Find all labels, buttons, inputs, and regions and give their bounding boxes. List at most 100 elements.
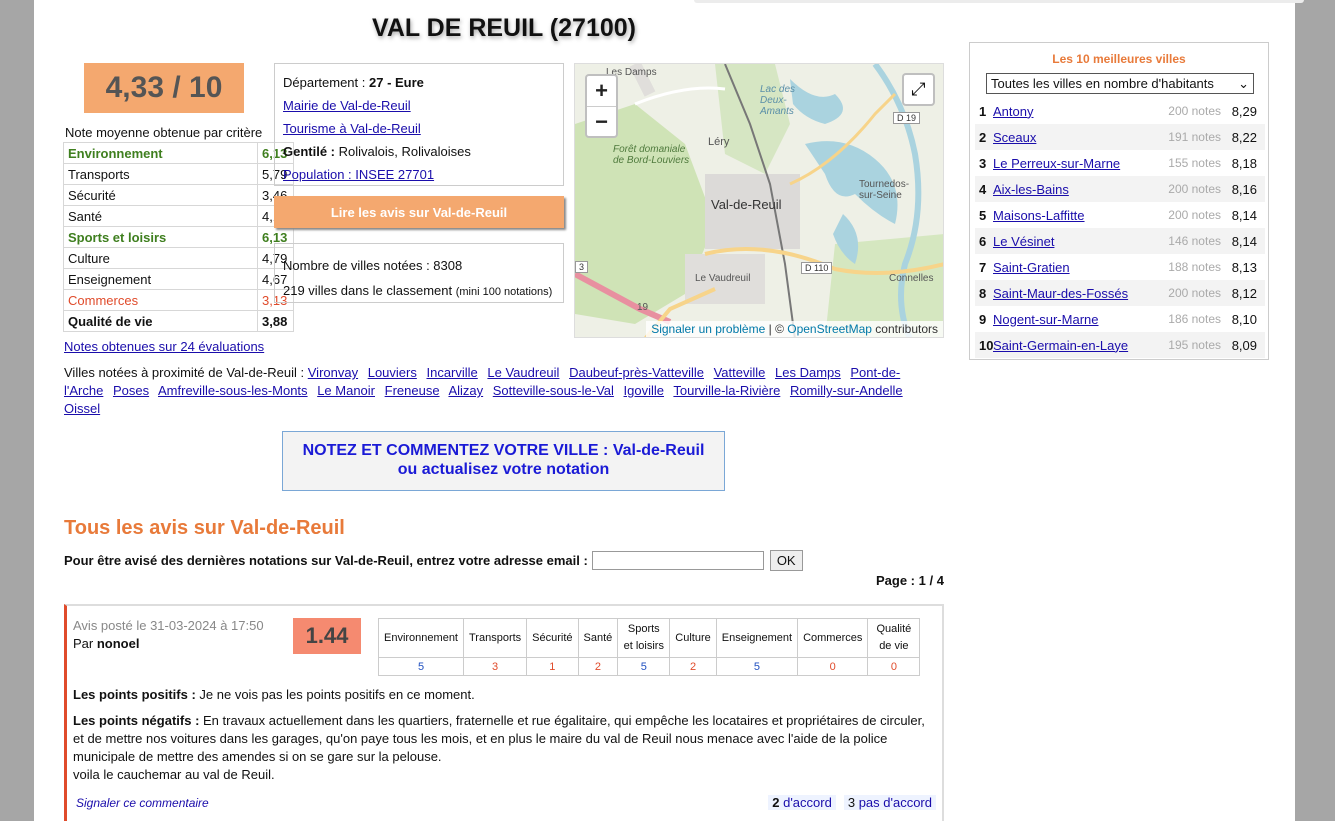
criteria-row: Transports 5,79	[63, 163, 294, 185]
top10-score: 8,13	[1231, 259, 1257, 275]
road-tag-d19: D 19	[893, 112, 921, 124]
criteria-label: Transports	[63, 163, 258, 185]
top10-row: 10 Saint-Germain-en-Laye 195 notes 8,09	[975, 332, 1265, 358]
page-indicator: Page : 1 / 4	[876, 573, 944, 588]
top10-row: 3 Le Perreux-sur-Marne 155 notes 8,18	[975, 150, 1265, 176]
review-positive: Les points positifs : Je ne vois pas les…	[73, 686, 933, 704]
nearby-city-link[interactable]: Alizay	[448, 383, 483, 398]
top10-rank: 2	[979, 129, 987, 145]
nearby-city-link[interactable]: Louviers	[368, 365, 417, 380]
review-criteria-header: Sports et loisirs	[617, 618, 671, 658]
evaluations-link[interactable]: Notes obtenues sur 24 évaluations	[64, 339, 264, 354]
road-tag-d110: D 110	[801, 262, 833, 274]
mairie-link[interactable]: Mairie de Val-de-Reuil	[283, 98, 411, 113]
nearby-city-link[interactable]: Le Vaudreuil	[487, 365, 559, 380]
nearby-city-link[interactable]: Freneuse	[385, 383, 440, 398]
top10-notes: 200 notes	[1168, 208, 1221, 222]
ranking-count-line: 219 villes dans le classement (mini 100 …	[283, 278, 555, 305]
email-label: Pour être avisé des dernières notations …	[64, 553, 588, 568]
nearby-city-link[interactable]: Le Manoir	[317, 383, 375, 398]
review-date: Avis posté le 31-03-2024 à 17:50	[73, 618, 264, 633]
zoom-out-button[interactable]: −	[587, 106, 616, 136]
criteria-label: Enseignement	[63, 268, 258, 290]
nearby-city-link[interactable]: Les Damps	[775, 365, 841, 380]
top10-city-link[interactable]: Le Vésinet	[993, 234, 1161, 249]
population-link[interactable]: Population : INSEE 27701	[283, 167, 434, 182]
top10-score: 8,09	[1231, 337, 1257, 353]
nearby-city-link[interactable]: Tourville-la-Rivière	[673, 383, 780, 398]
review-criteria-table: Environnement Transports Sécurité Santé Spor…	[378, 618, 921, 676]
top10-city-link[interactable]: Antony	[993, 104, 1161, 119]
negative-text-end: voila le cauchemar au val de Reuil.	[73, 767, 275, 782]
top10-notes: 195 notes	[1168, 338, 1221, 352]
review-card: Avis posté le 31-03-2024 à 17:50 Par non…	[64, 604, 944, 821]
criteria-label: Environnement	[63, 142, 258, 164]
review-criteria-header: Transports	[462, 618, 528, 658]
road-tag-3: 3	[575, 261, 589, 273]
top10-notes: 186 notes	[1168, 312, 1221, 326]
nearby-city-link[interactable]: Oissel	[64, 401, 100, 416]
rated-cities-count: Nombre de villes notées : 8308	[283, 258, 463, 273]
rate-city-button[interactable]: NOTEZ ET COMMENTEZ VOTRE VILLE : Val-de-…	[282, 431, 725, 491]
top10-city-link[interactable]: Aix-les-Bains	[993, 182, 1161, 197]
attribution-separator: | ©	[765, 322, 788, 336]
top10-filter-value: Toutes les villes en nombre d'habitants	[991, 76, 1214, 91]
top10-row: 8 Saint-Maur-des-Fossés 200 notes 8,12	[975, 280, 1265, 306]
disagree-button[interactable]: 3 pas d'accord	[843, 795, 936, 810]
map-report-link[interactable]: Signaler un problème	[651, 322, 765, 336]
criteria-row: Sports et loisirs 6,13	[63, 226, 294, 248]
review-negative: Les points négatifs : En travaux actuell…	[73, 712, 933, 784]
top10-notes: 155 notes	[1168, 156, 1221, 170]
top10-score: 8,16	[1231, 181, 1257, 197]
email-subscribe-row: Pour être avisé des dernières notations …	[64, 550, 803, 571]
nearby-city-link[interactable]: Vatteville	[714, 365, 766, 380]
top10-score: 8,29	[1231, 103, 1257, 119]
zoom-in-button[interactable]: +	[587, 76, 616, 106]
attribution-contributors: contributors	[871, 322, 938, 336]
fullscreen-icon[interactable]: ⤢	[902, 73, 935, 106]
review-criteria-header: Environnement	[378, 618, 464, 658]
city-map[interactable]: Les Damps Lac des Deux-Amants Léry Forêt…	[574, 63, 944, 338]
department-line: Département : 27 - Eure	[283, 71, 555, 94]
top10-city-link[interactable]: Saint-Germain-en-Laye	[993, 338, 1161, 353]
positive-text: Je ne vois pas les points positifs en ce…	[199, 687, 475, 702]
top10-rank: 4	[979, 181, 987, 197]
page-title: VAL DE REUIL (27100)	[372, 14, 636, 42]
top10-rank: 5	[979, 207, 987, 223]
tourisme-link[interactable]: Tourisme à Val-de-Reuil	[283, 121, 421, 136]
top10-panel: Les 10 meilleures villes Toutes les vill…	[969, 42, 1269, 360]
top10-city-link[interactable]: Saint-Gratien	[993, 260, 1161, 275]
top10-city-link[interactable]: Sceaux	[993, 130, 1161, 145]
top10-filter-select[interactable]: Toutes les villes en nombre d'habitants …	[986, 73, 1254, 94]
top10-city-link[interactable]: Le Perreux-sur-Marne	[993, 156, 1161, 171]
email-ok-button[interactable]: OK	[769, 550, 803, 571]
criteria-row: Sécurité 3,46	[63, 184, 294, 206]
top10-title: Les 10 meilleures villes	[1052, 52, 1186, 66]
nearby-city-link[interactable]: Incarville	[426, 365, 477, 380]
global-score: 4,33 / 10	[84, 63, 244, 113]
nearby-city-link[interactable]: Poses	[113, 383, 149, 398]
osm-link[interactable]: OpenStreetMap	[787, 322, 872, 336]
review-criteria-header: Qualité de vie	[867, 618, 921, 658]
report-comment-link[interactable]: Signaler ce commentaire	[76, 796, 209, 810]
top10-city-link[interactable]: Saint-Maur-des-Fossés	[993, 286, 1161, 301]
email-input[interactable]	[591, 551, 764, 570]
nearby-city-link[interactable]: Romilly-sur-Andelle	[790, 383, 903, 398]
top10-list: 1 Antony 200 notes 8,29 2 Sceaux 191 notes 8,22…	[975, 98, 1265, 358]
review-author-line: Par nonoel	[73, 636, 139, 651]
nearby-city-link[interactable]: Vironvay	[308, 365, 358, 380]
nearby-city-link[interactable]: Daubeuf-près-Vatteville	[569, 365, 704, 380]
disagree-label: pas d'accord	[858, 795, 932, 810]
review-criteria-value: 2	[577, 657, 619, 676]
map-label-lac: Lac des Deux-Amants	[760, 84, 796, 117]
agree-button[interactable]: 2 d'accord	[768, 795, 836, 810]
top10-row: 9 Nogent-sur-Marne 186 notes 8,10	[975, 306, 1265, 332]
top10-city-link[interactable]: Nogent-sur-Marne	[993, 312, 1161, 327]
read-reviews-button[interactable]: Lire les avis sur Val-de-Reuil	[274, 196, 564, 228]
nearby-city-link[interactable]: Sotteville-sous-le-Val	[493, 383, 614, 398]
nearby-city-link[interactable]: Igoville	[624, 383, 664, 398]
review-criteria-value: 0	[797, 657, 869, 676]
nearby-city-link[interactable]: Amfreville-sous-les-Monts	[158, 383, 308, 398]
department-value: 27 - Eure	[369, 75, 424, 90]
top10-city-link[interactable]: Maisons-Laffitte	[993, 208, 1161, 223]
